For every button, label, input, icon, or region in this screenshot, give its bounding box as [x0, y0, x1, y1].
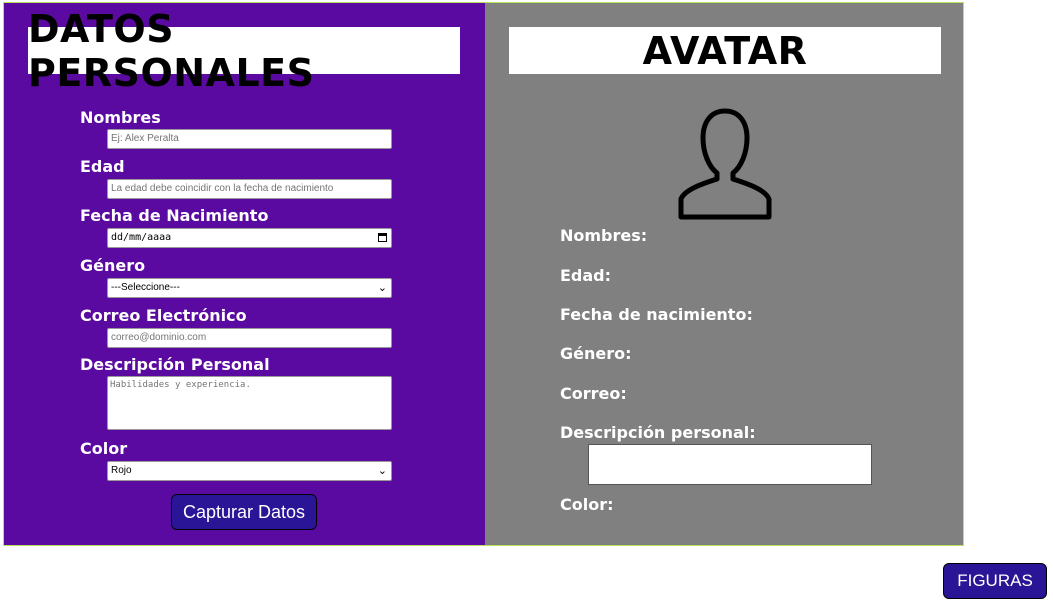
fecha-nacimiento-label: Fecha de Nacimiento	[80, 206, 269, 225]
nombres-input[interactable]: Ej: Alex Peralta	[107, 129, 392, 149]
avatar-edad-label: Edad:	[560, 266, 612, 285]
main-frame: DATOS PERSONALES Nombres Ej: Alex Peralt…	[3, 2, 964, 546]
avatar-descripcion-label: Descripción personal:	[560, 423, 756, 442]
color-label: Color	[80, 439, 128, 458]
avatar-title: AVATAR	[509, 27, 941, 74]
avatar-panel: AVATAR Nombres: Edad: Fecha de nacimient…	[485, 3, 963, 545]
genero-label: Género	[80, 256, 146, 275]
color-selected-value: Rojo	[111, 465, 132, 476]
personal-data-title: DATOS PERSONALES	[28, 7, 460, 95]
avatar-correo-label: Correo:	[560, 384, 627, 403]
edad-label: Edad	[80, 157, 125, 176]
descripcion-textarea[interactable]: Habilidades y experiencia.	[107, 376, 392, 430]
correo-input[interactable]: correo@dominio.com	[107, 328, 392, 348]
avatar-nombres-label: Nombres:	[560, 226, 648, 245]
genero-select[interactable]: ---Seleccione--- ⌄	[107, 278, 392, 298]
capture-data-button[interactable]: Capturar Datos	[171, 494, 317, 530]
personal-data-panel: DATOS PERSONALES Nombres Ej: Alex Peralt…	[4, 3, 485, 545]
figuras-button[interactable]: FIGURAS	[943, 563, 1047, 599]
genero-selected-value: ---Seleccione---	[111, 282, 180, 293]
nombres-label: Nombres	[80, 108, 161, 127]
avatar-descripcion-box	[588, 444, 872, 485]
chevron-down-icon: ⌄	[377, 465, 387, 477]
user-silhouette-icon	[678, 108, 772, 220]
correo-label: Correo Electrónico	[80, 306, 247, 325]
calendar-icon[interactable]	[378, 233, 387, 242]
edad-input[interactable]: La edad debe coincidir con la fecha de n…	[107, 179, 392, 199]
avatar-color-label: Color:	[560, 495, 614, 514]
fecha-nacimiento-value: dd/mm/aaaa	[111, 232, 172, 243]
color-select[interactable]: Rojo ⌄	[107, 461, 392, 481]
fecha-nacimiento-input[interactable]: dd/mm/aaaa	[107, 228, 392, 248]
avatar-genero-label: Género:	[560, 344, 632, 363]
avatar-fecha-label: Fecha de nacimiento:	[560, 305, 753, 324]
chevron-down-icon: ⌄	[377, 282, 387, 294]
descripcion-label: Descripción Personal	[80, 355, 270, 374]
